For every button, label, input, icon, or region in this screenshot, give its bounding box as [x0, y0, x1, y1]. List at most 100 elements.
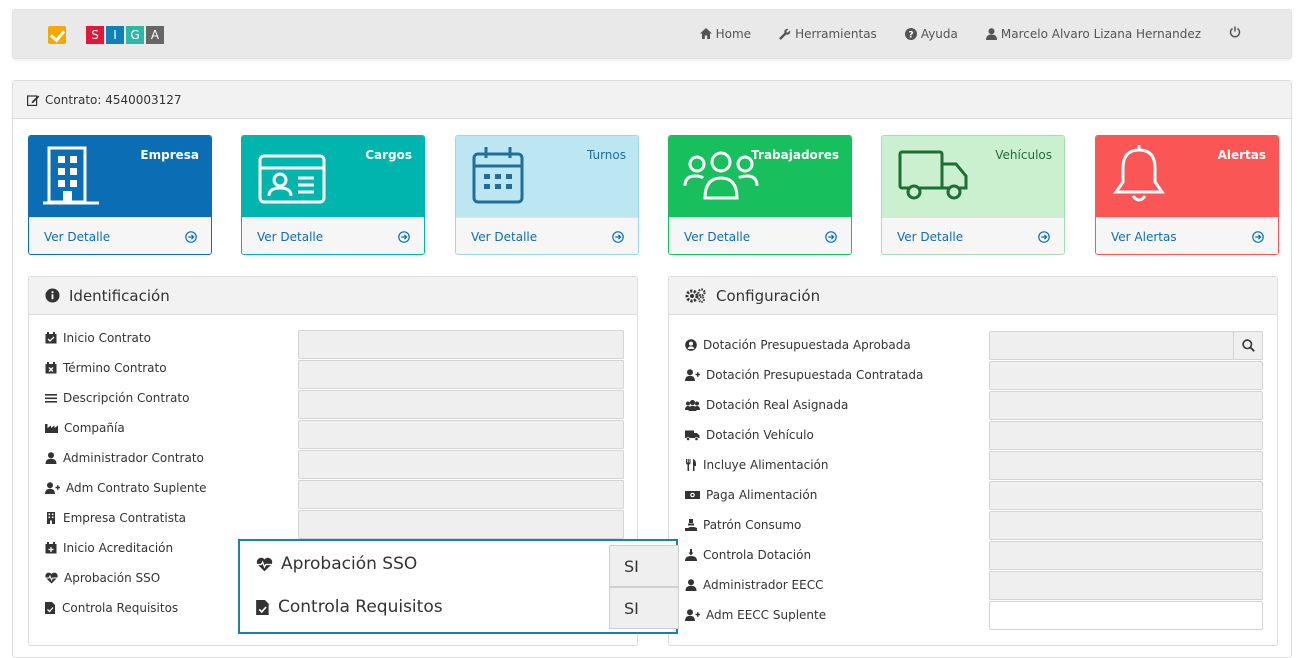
- user-plus-icon: [45, 482, 60, 494]
- tile-link[interactable]: Ver Detalle: [882, 217, 1064, 254]
- file-check-icon: [45, 602, 55, 614]
- row-label: Adm EECC Suplente: [706, 608, 827, 622]
- nav-user[interactable]: Marcelo Alvaro Lizana Hernandez: [985, 26, 1201, 41]
- search-button[interactable]: [1233, 331, 1263, 360]
- question-circle-icon: ?: [904, 27, 917, 40]
- row-dotacion-vehiculo: Dotación Vehículo: [685, 428, 814, 442]
- compania-field[interactable]: [298, 420, 624, 449]
- dotacion-presupuestada-contratada-field[interactable]: [989, 361, 1263, 390]
- row-aprobacion-sso: Aprobación SSO: [45, 571, 160, 585]
- row-administrador-eecc: Administrador EECC: [685, 578, 823, 592]
- siga-logo[interactable]: S I G A: [48, 26, 166, 44]
- logout-button[interactable]: [1229, 26, 1241, 41]
- calendar-icon: [472, 147, 524, 204]
- row-administrador-contrato: Administrador Contrato: [45, 451, 204, 465]
- configuracion-panel: Configuración Dotación Presupuestada Apr…: [668, 276, 1278, 646]
- tile-link[interactable]: Ver Detalle: [456, 217, 638, 254]
- administrador-eecc-field[interactable]: [989, 571, 1263, 600]
- administrador-contrato-field[interactable]: [298, 450, 624, 479]
- arrow-circle-right-icon: [1252, 230, 1264, 243]
- controla-requisitos-value[interactable]: SI: [609, 587, 679, 629]
- adm-eecc-suplente-field[interactable]: [989, 601, 1263, 630]
- dotacion-real-asignada-field[interactable]: [989, 391, 1263, 420]
- person-arrow-icon: [685, 549, 697, 561]
- tile-alertas[interactable]: Alertas Ver Alertas: [1095, 135, 1279, 255]
- zoom-label: Aprobación SSO: [281, 554, 418, 574]
- tile-link-label: Ver Detalle: [897, 229, 964, 244]
- tile-link[interactable]: Ver Detalle: [29, 217, 211, 254]
- contract-header: Contrato: 4540003127: [13, 81, 1291, 119]
- row-dotacion-presupuestada-contratada: Dotación Presupuestada Contratada: [685, 368, 923, 382]
- configuracion-header: Configuración: [669, 277, 1277, 315]
- row-compania: Compañía: [45, 421, 125, 435]
- industry-icon: [45, 424, 58, 433]
- row-label: Término Contrato: [63, 361, 167, 375]
- tile-title: Cargos: [365, 148, 412, 162]
- building-icon: [43, 146, 99, 205]
- zoom-row-controla-requisitos: Controla Requisitos: [256, 597, 443, 617]
- contract-label: Contrato: 4540003127: [45, 92, 182, 107]
- tile-title: Alertas: [1217, 148, 1266, 162]
- incluye-alimentacion-field[interactable]: [989, 451, 1263, 480]
- nav-home-label: Home: [715, 26, 752, 41]
- arrow-circle-right-icon: [612, 230, 624, 243]
- row-label: Controla Requisitos: [62, 601, 179, 615]
- empresa-contratista-field[interactable]: [298, 510, 624, 539]
- nav-tools-label: Herramientas: [795, 26, 877, 41]
- tile-turnos[interactable]: Turnos Ver Detalle: [455, 135, 639, 255]
- svg-text:?: ?: [908, 30, 913, 40]
- money-icon: [685, 491, 700, 499]
- row-label: Dotación Presupuestada Aprobada: [703, 338, 911, 352]
- tile-link-label: Ver Detalle: [257, 229, 324, 244]
- info-circle-icon: [45, 288, 60, 303]
- identificacion-header: Identificación: [29, 277, 637, 315]
- user-plus-icon: [685, 609, 700, 621]
- row-label: Descripción Contrato: [63, 391, 190, 405]
- dotacion-vehiculo-field[interactable]: [989, 421, 1263, 450]
- configuracion-title: Configuración: [716, 286, 821, 305]
- search-icon: [1241, 339, 1255, 352]
- building-small-icon: [47, 512, 55, 524]
- nav-help[interactable]: ? Ayuda: [904, 27, 958, 41]
- tile-link[interactable]: Ver Alertas: [1096, 217, 1278, 254]
- logo-letter-i: I: [106, 26, 124, 44]
- tile-link[interactable]: Ver Detalle: [242, 217, 424, 254]
- list-icon: [45, 394, 57, 403]
- row-termino-contrato: Término Contrato: [45, 361, 167, 375]
- patron-consumo-field[interactable]: [989, 511, 1263, 540]
- zoom-row-aprobacion-sso: Aprobación SSO: [256, 554, 417, 574]
- tile-link-label: Ver Detalle: [684, 229, 751, 244]
- wrench-icon: [779, 28, 791, 40]
- utensils-icon: [686, 459, 696, 471]
- controla-dotacion-field[interactable]: [989, 541, 1263, 570]
- edit-icon: [27, 94, 40, 106]
- tile-title: Turnos: [586, 148, 626, 162]
- adm-contrato-suplente-field[interactable]: [298, 480, 624, 509]
- tile-trabajadores[interactable]: Trabajadores Ver Detalle: [668, 135, 852, 255]
- truck-icon: [898, 150, 968, 200]
- tile-cargos[interactable]: Cargos Ver Detalle: [241, 135, 425, 255]
- power-icon: [1229, 26, 1241, 38]
- row-label: Adm Contrato Suplente: [66, 481, 207, 495]
- dotacion-presupuestada-aprobada-field[interactable]: [989, 331, 1234, 360]
- nav-tools[interactable]: Herramientas: [779, 27, 877, 41]
- tile-vehiculos[interactable]: Vehículos Ver Detalle: [881, 135, 1065, 255]
- aprobacion-sso-value[interactable]: SI: [609, 545, 679, 587]
- top-navbar: S I G A Home Herramientas ? Ayuda Marcel…: [12, 9, 1292, 59]
- row-incluye-alimentacion: Incluye Alimentación: [685, 458, 828, 472]
- row-empresa-contratista: Empresa Contratista: [45, 511, 186, 525]
- descripcion-contrato-field[interactable]: [298, 390, 624, 419]
- row-adm-eecc-suplente: Adm EECC Suplente: [685, 608, 826, 622]
- row-label: Controla Dotación: [703, 548, 812, 562]
- paga-alimentacion-field[interactable]: [989, 481, 1263, 510]
- termino-contrato-field[interactable]: [298, 360, 624, 389]
- tile-link[interactable]: Ver Detalle: [669, 217, 851, 254]
- nav-home[interactable]: Home: [699, 26, 752, 41]
- tile-empresa[interactable]: Empresa Ver Detalle: [28, 135, 212, 255]
- inicio-contrato-field[interactable]: [298, 330, 624, 359]
- tile-link-label: Ver Detalle: [44, 229, 111, 244]
- nav-user-label: Marcelo Alvaro Lizana Hernandez: [1000, 26, 1201, 41]
- row-label: Administrador Contrato: [63, 451, 204, 465]
- truck-icon: [685, 430, 700, 441]
- row-adm-contrato-suplente: Adm Contrato Suplente: [45, 481, 207, 495]
